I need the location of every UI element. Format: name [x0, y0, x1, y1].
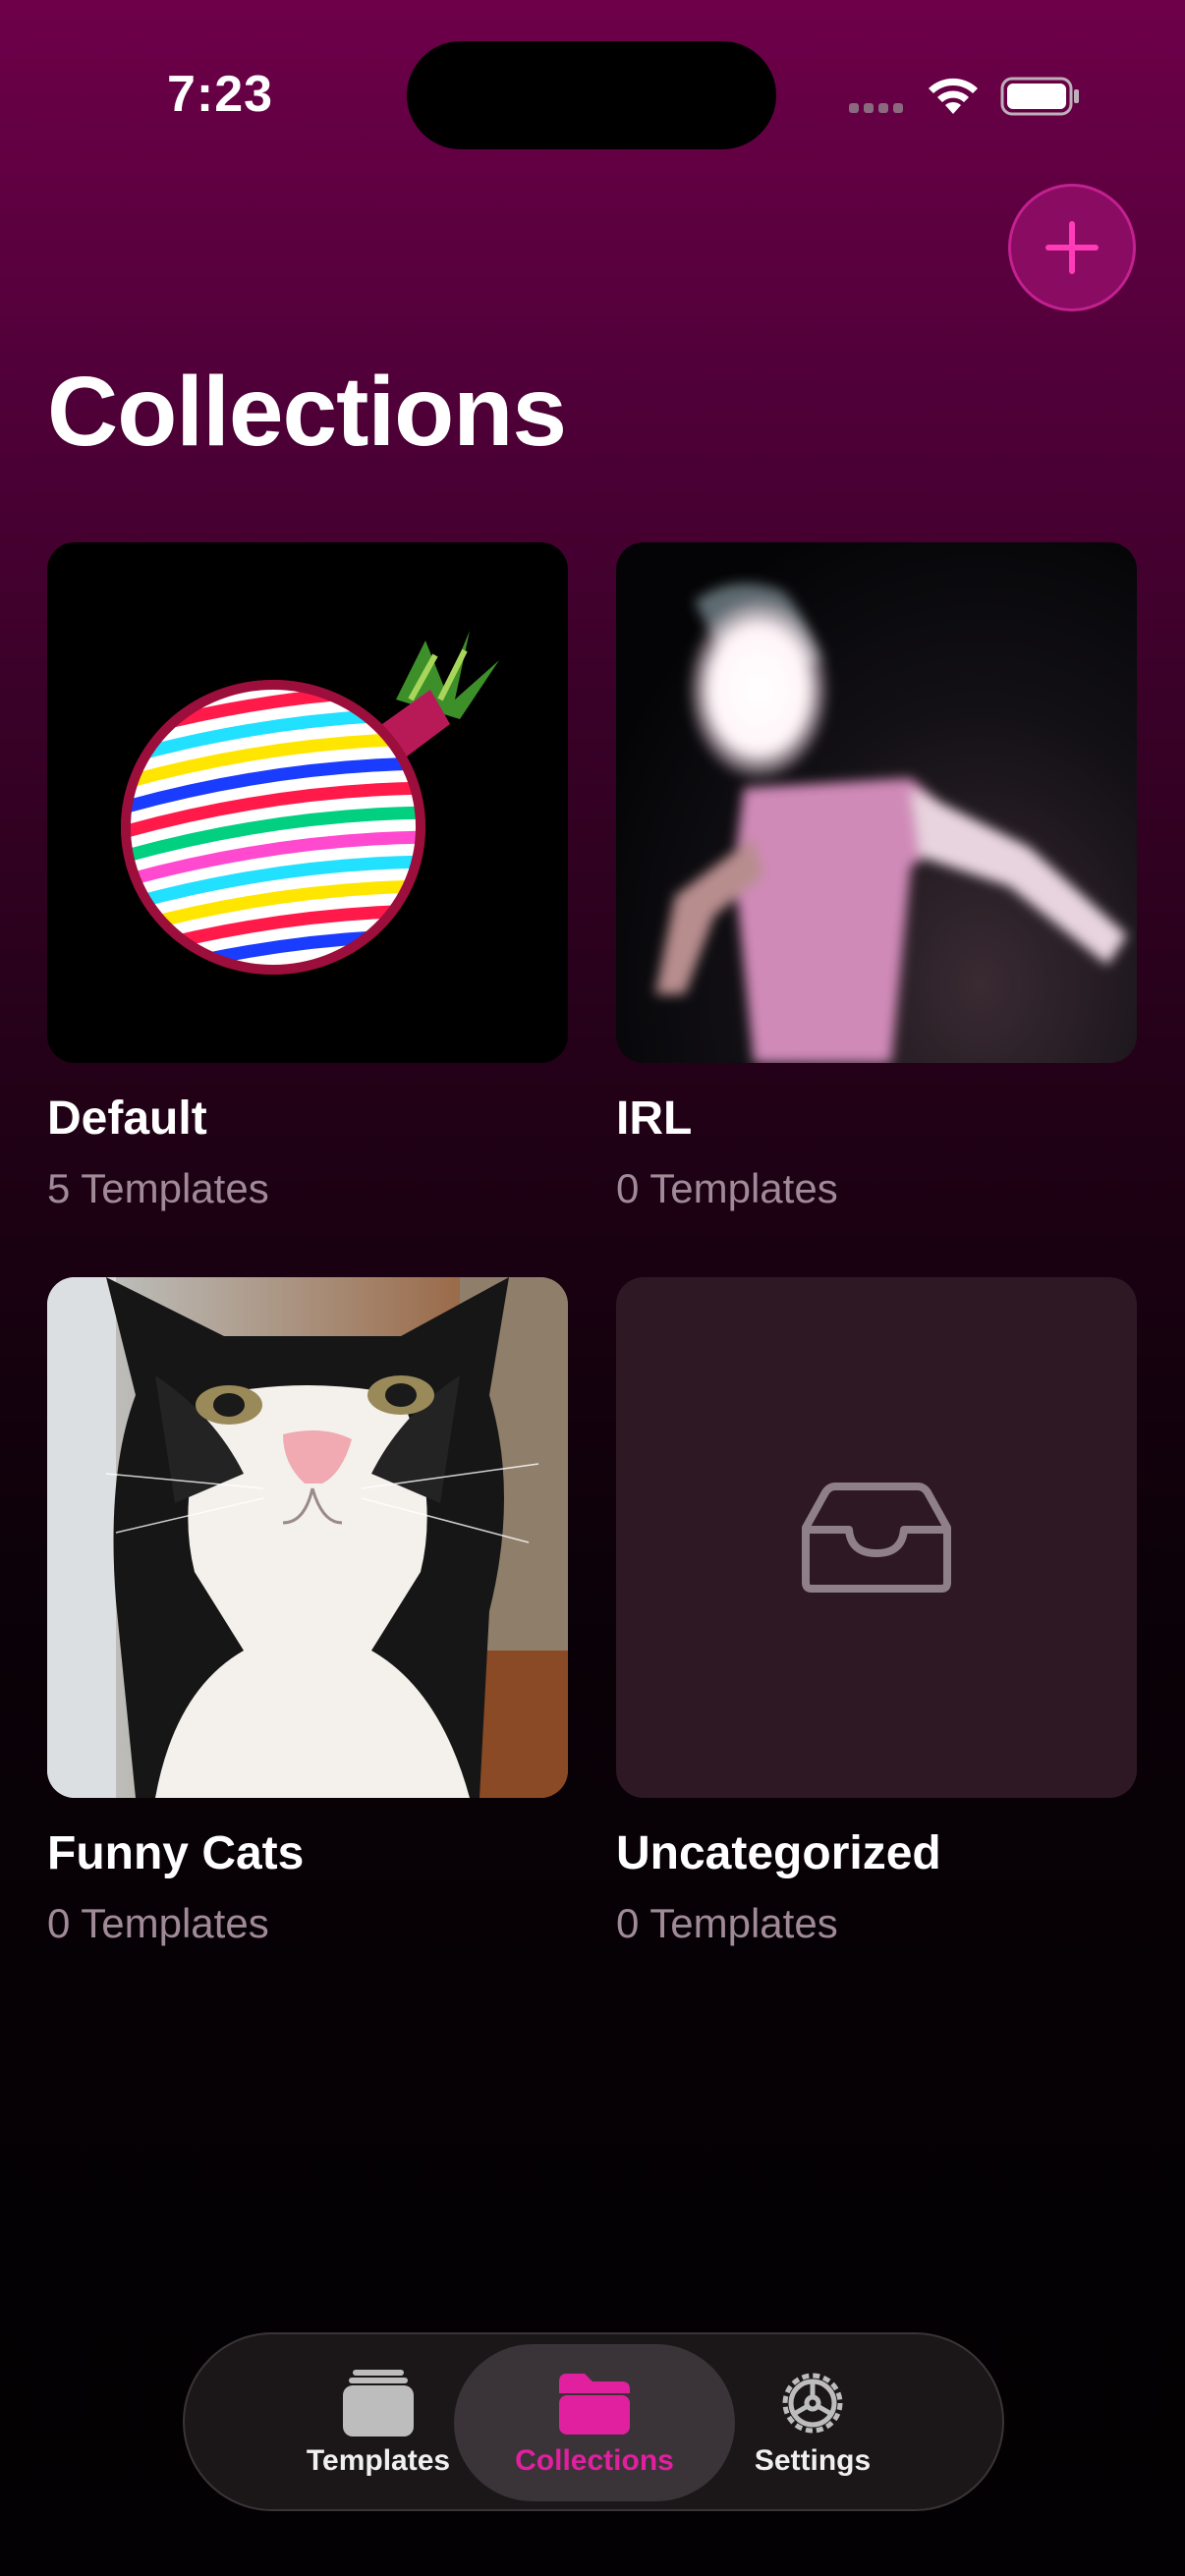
- collection-name: Uncategorized: [616, 1827, 941, 1879]
- status-bar: 7:23: [0, 0, 1185, 187]
- tab-settings[interactable]: Settings: [672, 2344, 953, 2501]
- collection-card-irl[interactable]: IRL 0 Templates: [616, 542, 1137, 1216]
- collection-card-default[interactable]: Default 5 Templates: [47, 542, 568, 1216]
- gear-icon: [782, 2373, 843, 2434]
- battery-icon: [1000, 77, 1079, 116]
- stack-icon: [343, 2370, 414, 2436]
- collection-thumbnail: [616, 1277, 1137, 1798]
- tray-icon: [802, 1483, 951, 1593]
- tab-bar: Templates Collections Settings: [183, 2332, 1004, 2511]
- collection-name: IRL: [616, 1092, 693, 1145]
- page-title: Collections: [47, 357, 567, 467]
- dynamic-island: [407, 41, 776, 149]
- wifi-icon: [929, 78, 978, 114]
- collection-card-funny-cats[interactable]: Funny Cats 0 Templates: [47, 1277, 568, 1951]
- plus-icon: [1045, 221, 1099, 274]
- tab-label: Templates: [306, 2444, 451, 2477]
- add-collection-button[interactable]: [1008, 184, 1136, 311]
- status-time: 7:23: [167, 66, 274, 123]
- dancing-person-image: [655, 584, 1127, 1063]
- cat-photo-image: [47, 1277, 568, 1798]
- collection-name: Default: [47, 1092, 207, 1145]
- collection-count: 5 Templates: [47, 1165, 269, 1211]
- collection-card-uncategorized[interactable]: Uncategorized 0 Templates: [616, 1277, 1137, 1951]
- collection-thumbnail: [47, 542, 568, 1063]
- cellular-signal-icon: [849, 100, 908, 118]
- rainbow-onion-image: [121, 631, 499, 975]
- tab-label: Settings: [754, 2444, 872, 2477]
- tab-label: Collections: [515, 2444, 674, 2477]
- collection-thumbnail: [47, 1277, 568, 1798]
- collection-count: 0 Templates: [616, 1900, 838, 1946]
- collection-count: 0 Templates: [616, 1165, 838, 1211]
- folder-icon: [559, 2374, 630, 2435]
- collection-thumbnail: [616, 542, 1137, 1063]
- collection-name: Funny Cats: [47, 1827, 305, 1879]
- collection-count: 0 Templates: [47, 1900, 269, 1946]
